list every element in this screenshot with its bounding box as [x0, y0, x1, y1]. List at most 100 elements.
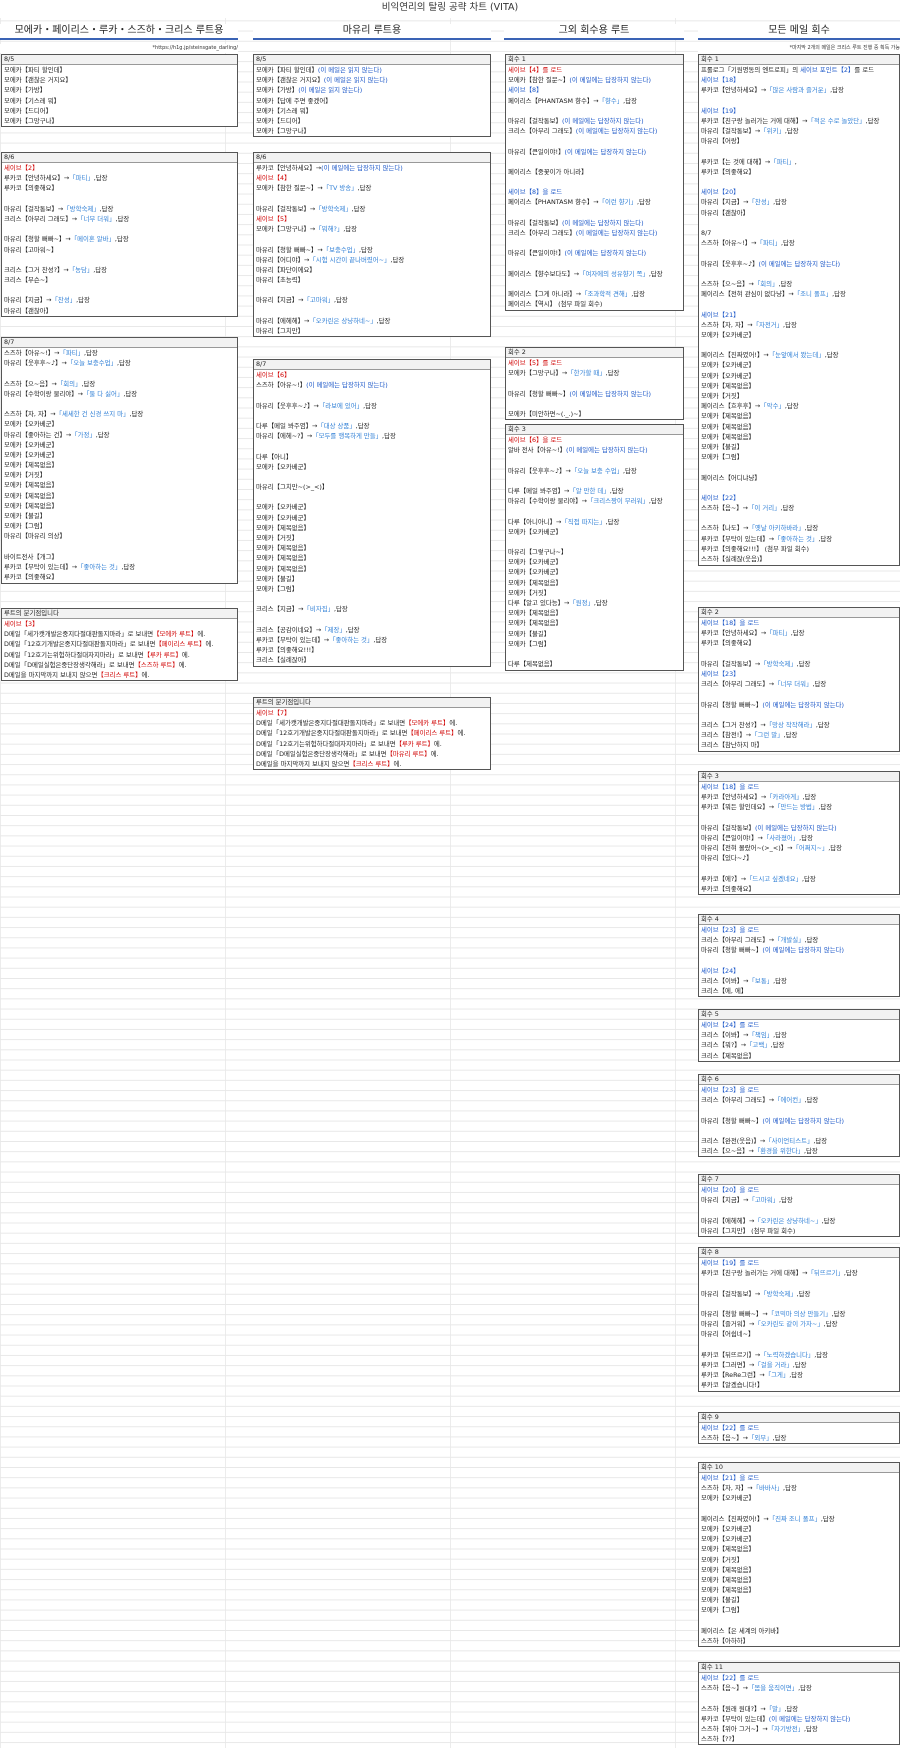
mail-step-line: 루카코【의좋해요】	[699, 884, 899, 894]
step-text: 모에카【오카베군】	[701, 330, 755, 339]
step-text: 스즈하【음~】→	[701, 1684, 749, 1693]
step-text: 마유리【그렇구나~】	[508, 548, 568, 557]
mail-step-line	[506, 106, 683, 116]
step-text: ,답장	[116, 359, 131, 368]
mail-step-line: 루카코【알겠습니다!】	[699, 1380, 899, 1390]
mail-step-line	[699, 864, 899, 874]
save-marker-text: 세이브【5】를 로드	[508, 359, 563, 367]
step-text: 루카코【친구랑 놀러가는 거에 대해】→	[701, 1269, 808, 1278]
choice-text: 「자기방전」	[767, 1724, 804, 1733]
step-text: 마유리【청할 뻐빠~】→	[256, 245, 323, 254]
step-text: 모에카【거짓】	[4, 471, 47, 480]
step-text: ,답장	[773, 976, 787, 985]
step-text: 모에카【제목없음】	[701, 1545, 755, 1554]
mail-step-line: 마유리【마유리 의상】	[2, 531, 237, 541]
mail-step-line	[699, 689, 899, 699]
step-text: 루카코【의좋해요】	[4, 184, 58, 193]
mail-step-line: 스즈하【음~】→「외부」,답장	[699, 1433, 899, 1443]
block-heading: 회수 11	[699, 1663, 899, 1673]
step-text: 마유리【웃후후~♪】→	[256, 401, 319, 410]
mail-step-line: 모에카【오카베군】	[699, 1524, 899, 1534]
mail-step-line	[699, 340, 899, 350]
choice-text: 「외부」	[748, 1434, 773, 1443]
step-text: 마유리【어랑】	[701, 137, 744, 146]
step-text: ,답장	[343, 225, 358, 234]
step-text: 모에카【기스레 뭐】	[256, 106, 312, 115]
mail-step-line: 마유리【초능력】	[254, 275, 490, 285]
mail-step-line: 크리스【그거 찬성?】→「농담」,답장	[2, 265, 237, 275]
choice-text: 「대상 상품」	[317, 421, 356, 430]
mail-step-line: 마유리【좋아하는 건】→「가정」,답장	[2, 430, 237, 440]
mail-step-line: 스즈하【자, 자】→「바바사」,답장	[699, 1483, 899, 1493]
step-text: 마유리【전혀 몰랐어~(>_<)】→	[701, 844, 793, 853]
mail-step-line: 모에카【거짓】	[2, 470, 237, 480]
mail-step-line	[699, 956, 899, 966]
mail-step-line: 바이트전사【개그】	[2, 552, 237, 562]
step-text: ,답장	[843, 1269, 858, 1278]
step-text: 모에카【오카베군】	[4, 420, 58, 429]
mail-step-line: 마유리【있다~♪】	[699, 853, 899, 863]
step-text: 모에카【그망구나】	[4, 116, 58, 125]
step-text: 크리스【참난하지 마】	[701, 741, 763, 750]
step-text: 마유리【있다~♪】	[701, 854, 753, 863]
step-text: 스즈하【자, 자】→	[4, 410, 56, 419]
step-text: 모에카【그럼】	[701, 1606, 744, 1615]
mail-step-line: 크리스【아무리 그래도】→「너무 더워」,답장	[699, 679, 899, 689]
step-text: 마유리【웃후후~♪】→	[4, 359, 67, 368]
mail-step-line	[699, 299, 899, 309]
step-text: ,답장	[605, 369, 620, 378]
step-text: D메일「12호기개발은중지다절대판돌지마라」로 보내면	[256, 729, 408, 738]
choice-text: (이 메일에는 답장하지 않는다)	[321, 164, 403, 172]
step-text: ,답장	[815, 720, 830, 729]
step-text: 크리스【아무리 그래도】→	[701, 936, 775, 945]
mail-step-line: 스즈하【자, 자】→「자전거」,답장	[699, 320, 899, 330]
mail-step-line	[506, 136, 683, 146]
step-text: 마유리【수학이랑 물리야】→	[508, 497, 587, 506]
choice-text: 「고마워」	[303, 296, 334, 305]
choice-text: 「코믹마 의상 만들기」	[767, 1309, 832, 1318]
choice-text: 세이브【23】을 로드	[701, 926, 760, 934]
choice-text: 「제장」	[321, 625, 346, 634]
choice-text: 「메이혼 알바」	[70, 235, 115, 244]
step-text: 모에카【참한 질문~】→	[256, 184, 323, 193]
choice-text: 「농담」	[68, 265, 94, 274]
step-text: ,답장	[818, 803, 833, 812]
choice-text: 「오늘 보충수업」	[66, 359, 117, 368]
step-text: 에.	[433, 739, 442, 748]
save-marker-text: 세이브【7】	[256, 709, 291, 717]
step-text: 마유리【그치만~(>_<)】	[256, 483, 329, 492]
block-heading: 8/6	[254, 153, 490, 163]
step-text: 마유리【걸작통보】	[701, 823, 755, 832]
step-text: 마유리【큰일이야!】	[508, 147, 565, 156]
step-text: 루카코【부탁이 있는데】→	[4, 562, 78, 571]
choice-text: 「파티」	[69, 174, 94, 183]
block-heading: 회수 8	[699, 1248, 899, 1258]
mail-step-line: 크리스【으~음】→「환경을 위한다」,답장	[699, 1146, 899, 1156]
mail-step-line: 모에카【불길】	[699, 442, 899, 452]
step-text: 페이리스【향수보다도】→	[508, 269, 580, 278]
mail-step-line	[506, 476, 683, 486]
step-text: 루카코【는 것에 대해】→	[701, 157, 771, 166]
mail-step-line: 모에카【가방】(이 메일은 읽지 않는다)	[254, 85, 490, 95]
mail-step-line: 크리스【에, 에】	[699, 986, 899, 996]
choice-text: 「좋아하는 것」	[77, 562, 122, 571]
step-text: 마유리【괜찮아】	[701, 208, 750, 217]
route-block: 회수 4 세이브【23】을 로드 크리스【아무리 그래도】→「개발실」,답장 마유리【…	[698, 914, 900, 998]
mail-step-line: 루카코【의좋해요!!!】 (첨부 파일 회수)	[699, 544, 899, 554]
step-text: ,답장	[359, 245, 373, 254]
mail-step-line	[254, 411, 490, 421]
mail-step-line: 마유리【수학이랑 물리야】→「둘 다 싫어」,답장	[2, 389, 237, 399]
save-marker-text: 세이브【3】	[4, 620, 39, 628]
mail-step-line: 세이브【22】	[699, 493, 899, 503]
block-heading: 루트의 분기점입니다	[2, 609, 237, 619]
mail-step-line: 모에카【불길】	[2, 511, 237, 521]
mail-step-line: 마유리【청할 뻐빠~】→「코믹마 의상 만들기」,답장	[699, 1309, 899, 1319]
choice-text: 「자전거」	[752, 320, 784, 329]
mail-step-line: D메일「12호기는위험하다절대자지마라」로 보내면【루카 루트】에.	[254, 739, 490, 749]
mail-step-line: 페이리스【흐후후】→「악수」,답장	[699, 401, 899, 411]
route-block: 회수 3 세이브【6】을 로드 알바 전사【아유~!】(이 메일에는 답장하지 않는…	[505, 424, 684, 671]
step-text: 모에카【그망구나】→	[508, 369, 568, 378]
step-text: 모에카【불길】	[4, 512, 47, 520]
step-text: 모에카【거짓】	[701, 1555, 744, 1564]
mail-step-line: 모에카【그망구나】→「한가할 때」,답장	[506, 368, 683, 378]
